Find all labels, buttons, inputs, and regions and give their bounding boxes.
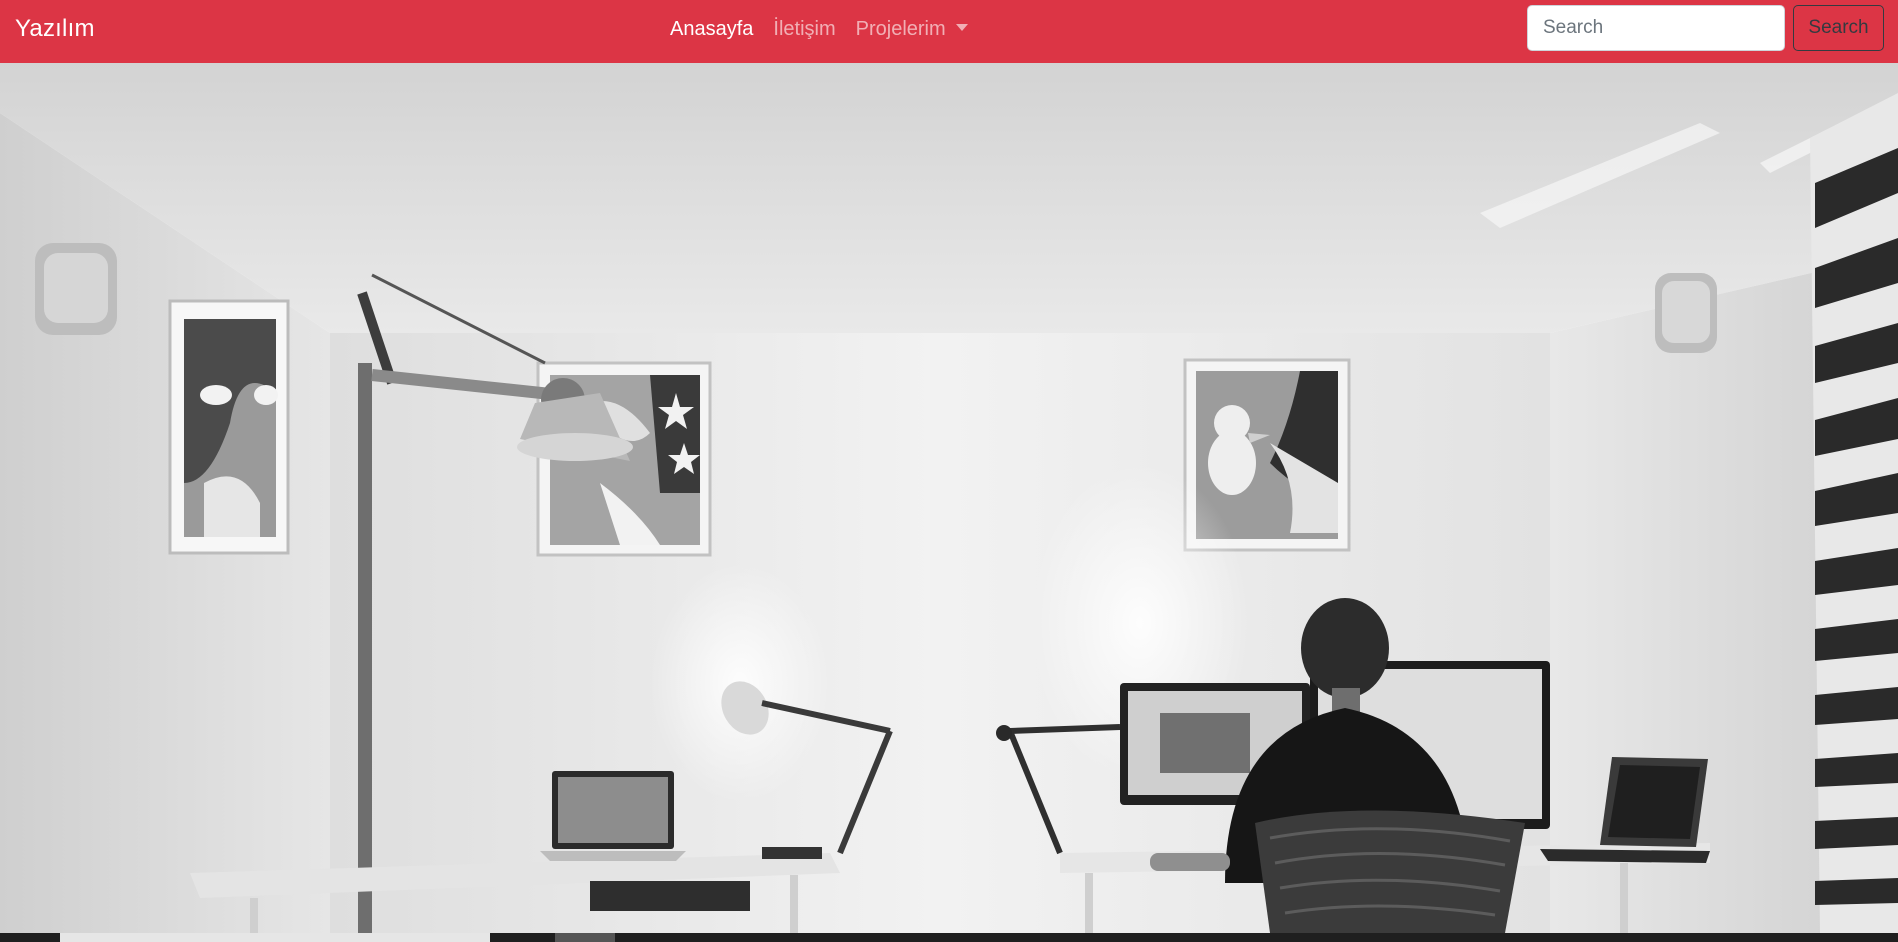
office-photo: [0, 63, 1898, 933]
nav-dropdown-label: Projelerim: [855, 18, 946, 40]
bottom-strip: [0, 933, 1898, 942]
nav-dropdown-projelerim[interactable]: Projelerim: [856, 14, 968, 44]
search-input[interactable]: [1527, 5, 1785, 51]
nav-link-iletisim[interactable]: İletişim: [773, 14, 835, 44]
floor-lamp: [358, 363, 372, 933]
window-blinds: [1810, 93, 1898, 933]
navbar: Yazılım Anasayfa İletişim Projelerim Sea…: [0, 0, 1898, 63]
hero-image: [0, 63, 1898, 933]
nav-link-anasayfa[interactable]: Anasayfa: [670, 14, 753, 44]
search-button[interactable]: Search: [1793, 5, 1884, 51]
search-form: Search: [1527, 5, 1884, 51]
brand-logo[interactable]: Yazılım: [15, 14, 95, 44]
caret-down-icon: [955, 24, 968, 32]
nav-links: Anasayfa İletişim Projelerim: [670, 14, 988, 44]
